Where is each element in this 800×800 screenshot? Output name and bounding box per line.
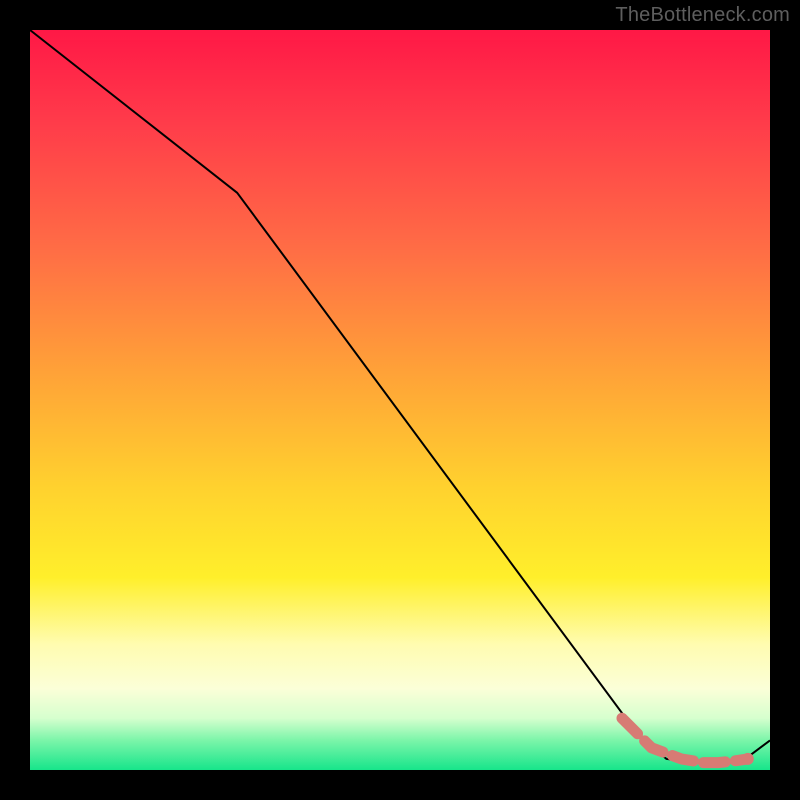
chart-frame: TheBottleneck.com	[0, 0, 800, 800]
watermark-text: TheBottleneck.com	[615, 4, 790, 27]
plot-background-gradient	[30, 30, 770, 770]
